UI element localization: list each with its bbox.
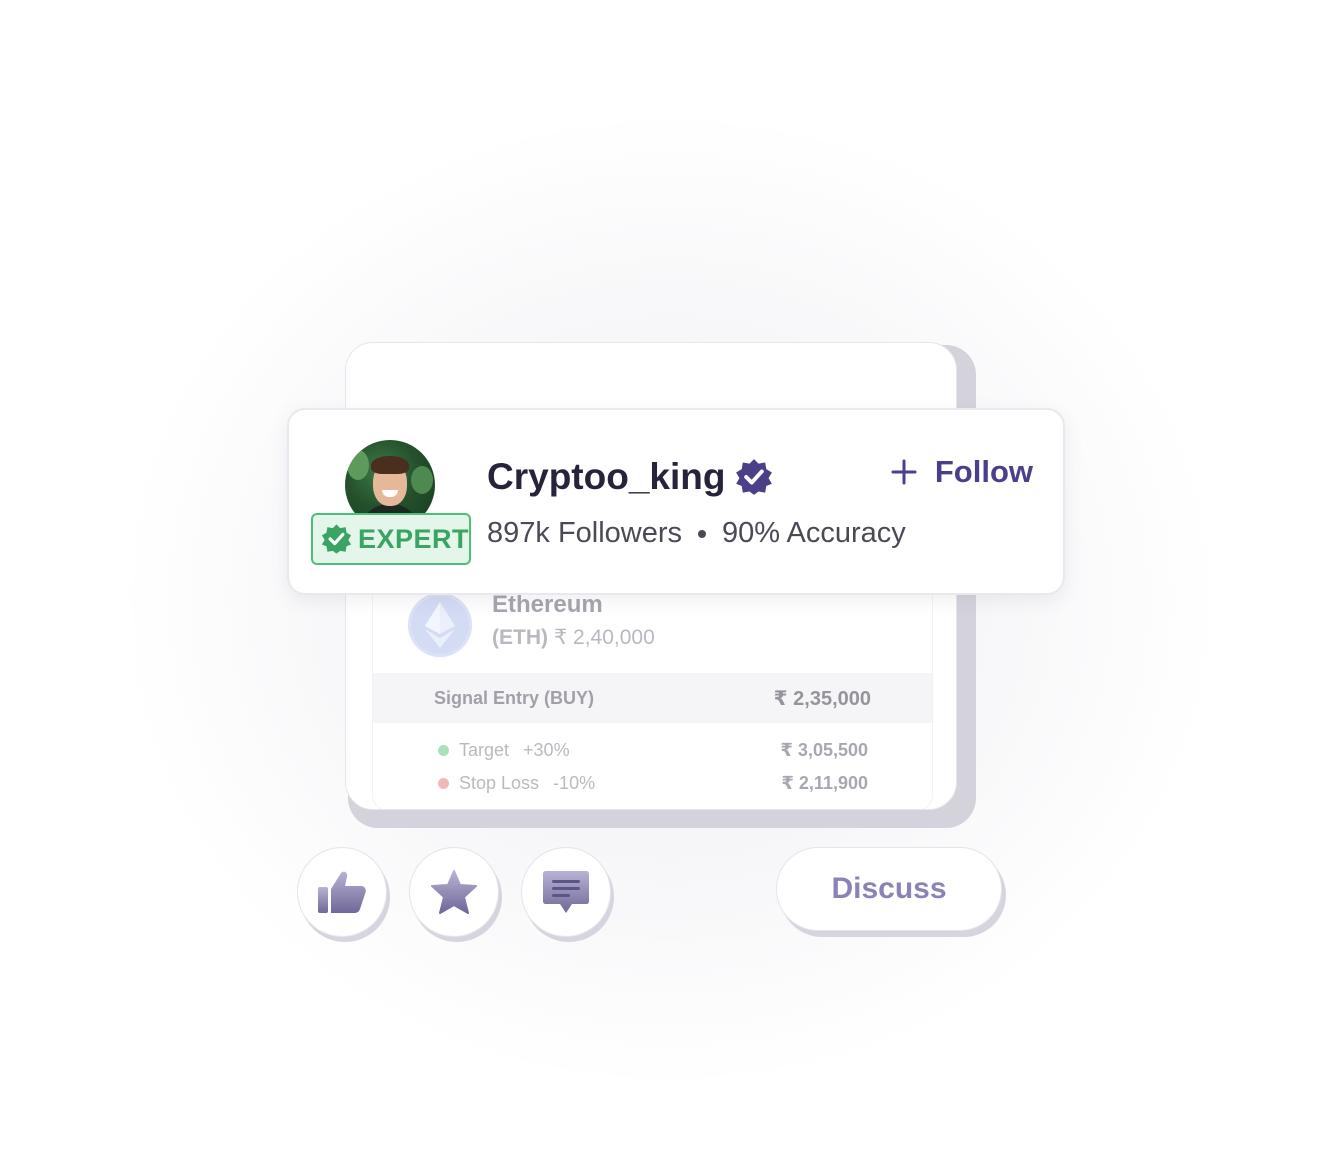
stop-loss-percent: -10%	[553, 773, 596, 793]
star-icon	[431, 870, 477, 914]
coin-price-line: (ETH) ₹ 2,40,000	[492, 625, 655, 650]
expert-badge: EXPERT	[311, 513, 471, 565]
like-button[interactable]	[297, 847, 387, 937]
target-label: Target	[459, 740, 510, 760]
profile-stats: 897k Followers 90% Accuracy	[487, 517, 906, 550]
target-row: Target +30% ₹ 3,05,500	[438, 740, 868, 761]
plus-icon	[891, 459, 917, 485]
verified-badge-icon	[736, 459, 773, 495]
follow-label: Follow	[934, 454, 1033, 489]
accuracy-value: 90% Accuracy	[722, 517, 906, 549]
follow-button[interactable]: Follow	[891, 454, 1033, 490]
signal-entry-label: Signal Entry (BUY)	[434, 687, 595, 708]
username: Cryptoo_king	[487, 456, 773, 498]
expert-label: EXPERT	[357, 523, 469, 554]
coin-ticker: (ETH)	[492, 626, 548, 649]
thumbs-up-icon	[318, 871, 366, 913]
coin-name: Ethereum	[492, 591, 603, 618]
profile-card: EXPERT Cryptoo_king 897k Followers 90% A…	[287, 408, 1065, 595]
stop-loss-row: Stop Loss -10% ₹ 2,11,900	[438, 773, 868, 794]
comment-button[interactable]	[521, 847, 611, 937]
target-value: ₹ 3,05,500	[780, 740, 868, 760]
followers-count: 897k Followers	[487, 517, 683, 549]
stop-loss-label: Stop Loss	[459, 773, 540, 793]
stop-loss-dot	[438, 778, 449, 789]
signal-entry-value: ₹ 2,35,000	[773, 687, 871, 710]
signal-entry-row: Signal Entry (BUY) ₹ 2,35,000	[372, 673, 933, 723]
discuss-button[interactable]: Discuss	[776, 847, 1002, 931]
coin-price: ₹ 2,40,000	[553, 626, 655, 649]
target-dot	[438, 745, 449, 756]
username-text: Cryptoo_king	[487, 456, 726, 497]
favorite-button[interactable]	[409, 847, 499, 937]
ethereum-icon	[408, 593, 472, 657]
verified-check-icon	[321, 524, 352, 554]
target-percent: +30%	[523, 740, 570, 760]
separator-dot	[698, 529, 707, 538]
stop-loss-value: ₹ 2,11,900	[781, 773, 868, 793]
comment-icon	[543, 871, 589, 913]
